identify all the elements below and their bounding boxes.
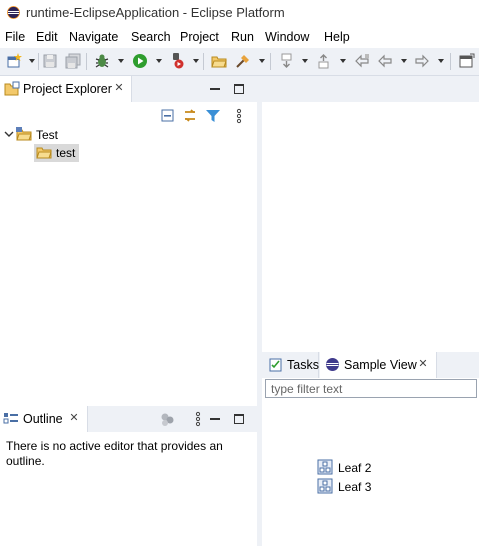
list-item-label: Leaf 2 xyxy=(338,461,372,475)
menu-run[interactable]: Run xyxy=(231,30,254,44)
menu-project[interactable]: Project xyxy=(180,30,219,44)
tree-item-label: Test xyxy=(36,128,59,142)
eclipse-logo-icon xyxy=(7,6,20,19)
project-explorer-icon xyxy=(4,81,20,100)
view-menu-icon[interactable] xyxy=(231,108,247,124)
new-wizard-icon[interactable] xyxy=(5,52,23,70)
close-icon[interactable]: ✕ xyxy=(114,83,124,94)
back-icon[interactable] xyxy=(376,52,394,70)
outline-icon xyxy=(3,411,19,430)
editor-area xyxy=(262,102,479,348)
tasks-tab-label: Tasks xyxy=(287,358,319,372)
tab-outline[interactable]: Outline ✕ xyxy=(0,406,88,432)
open-task-icon[interactable] xyxy=(234,52,252,70)
forward-icon[interactable] xyxy=(413,52,431,70)
project-folder-icon xyxy=(16,126,36,145)
leaf-node-icon xyxy=(317,478,338,497)
tab-tasks[interactable]: Tasks xyxy=(262,352,319,378)
list-item[interactable]: Leaf 2 xyxy=(317,459,371,477)
run-icon[interactable] xyxy=(131,52,149,70)
folder-open-icon xyxy=(36,144,56,163)
sash-right xyxy=(262,346,479,350)
collapse-all-icon[interactable] xyxy=(160,108,176,124)
workbench: Project Explorer ✕ Test test Tasks Sampl… xyxy=(0,76,479,546)
outline-tabbar: Outline ✕ xyxy=(0,406,257,432)
menu-window[interactable]: Window xyxy=(265,30,309,44)
previous-annotation-icon[interactable] xyxy=(315,52,333,70)
sash-left xyxy=(0,398,257,403)
menu-bar: File Edit Navigate Search Project Run Wi… xyxy=(0,26,479,48)
run-external-tool-icon[interactable] xyxy=(168,52,186,70)
filter-icon[interactable] xyxy=(205,108,221,124)
minimize-icon[interactable] xyxy=(210,418,220,420)
menu-file[interactable]: File xyxy=(5,30,25,44)
close-icon[interactable]: ✕ xyxy=(69,413,79,424)
bottom-right-tabbar: Tasks Sample View ✕ xyxy=(262,352,479,378)
open-type-icon[interactable] xyxy=(210,52,228,70)
maximize-icon[interactable] xyxy=(234,84,244,94)
main-toolbar xyxy=(0,48,479,76)
project-explorer-tabbar: Project Explorer ✕ xyxy=(0,76,257,102)
tree-item-project-test[interactable]: Test xyxy=(4,126,58,144)
leaf-node-icon xyxy=(317,459,338,478)
title-bar: runtime-EclipseApplication - Eclipse Pla… xyxy=(0,0,479,26)
outline-empty-message: There is no active editor that provides … xyxy=(6,439,223,468)
editor-area-header xyxy=(262,76,479,102)
next-annotation-icon[interactable] xyxy=(278,52,296,70)
save-all-icon[interactable] xyxy=(64,52,82,70)
list-item[interactable]: Leaf 3 xyxy=(317,478,371,496)
maximize-icon[interactable] xyxy=(234,414,244,424)
sample-view-title: Sample View xyxy=(344,358,417,372)
eclipse-logo-icon xyxy=(325,357,340,375)
outline-actions-icon[interactable] xyxy=(160,411,176,427)
chevron-down-icon[interactable] xyxy=(4,128,16,142)
close-icon[interactable]: ✕ xyxy=(418,359,428,370)
window-title: runtime-EclipseApplication - Eclipse Pla… xyxy=(26,5,285,20)
tree-item-label: test xyxy=(56,146,76,160)
menu-search[interactable]: Search xyxy=(131,30,171,44)
minimize-icon[interactable] xyxy=(210,88,220,90)
open-perspective-icon[interactable] xyxy=(458,52,476,70)
tasks-icon xyxy=(268,357,284,376)
tab-project-explorer[interactable]: Project Explorer ✕ xyxy=(0,76,132,102)
tab-sample-view[interactable]: Sample View ✕ xyxy=(320,352,437,378)
filter-input[interactable] xyxy=(265,379,477,398)
list-item-label: Leaf 3 xyxy=(338,480,372,494)
menu-edit[interactable]: Edit xyxy=(36,30,58,44)
debug-icon[interactable] xyxy=(93,52,111,70)
save-icon[interactable] xyxy=(41,52,59,70)
menu-navigate[interactable]: Navigate xyxy=(69,30,118,44)
menu-help[interactable]: Help xyxy=(324,30,350,44)
tree-item-folder-test[interactable]: test xyxy=(34,144,80,163)
view-menu-icon[interactable] xyxy=(190,411,206,427)
link-with-editor-icon[interactable] xyxy=(182,108,198,124)
last-edit-location-icon[interactable] xyxy=(353,52,371,70)
outline-title: Outline xyxy=(23,412,63,426)
project-explorer-title: Project Explorer xyxy=(23,82,112,96)
